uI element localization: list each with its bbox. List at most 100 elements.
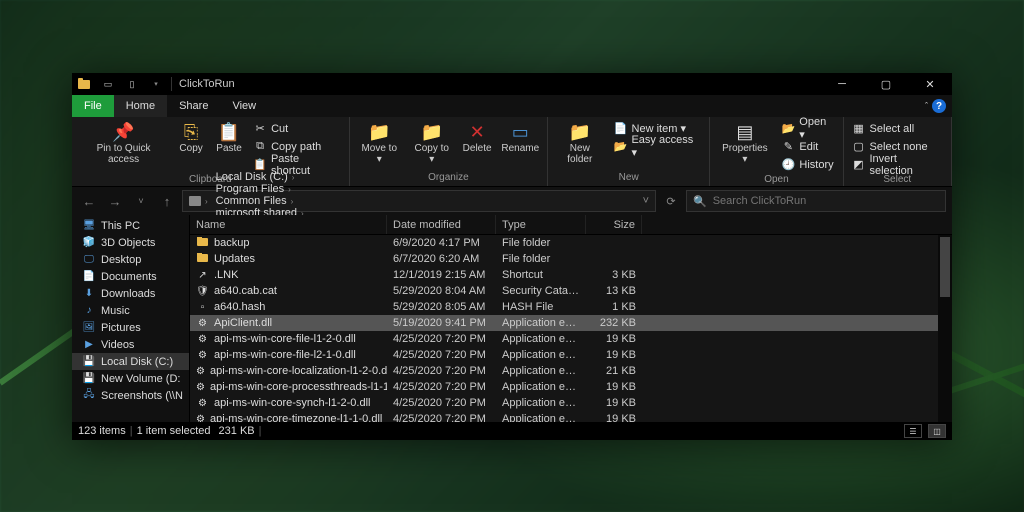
back-button[interactable]: ← xyxy=(78,190,100,212)
desk-icon: 🖵 xyxy=(82,254,96,265)
new-folder-icon: 📁 xyxy=(568,121,592,143)
file-row[interactable]: 🛡a640.cab.cat5/29/2020 8:04 AMSecurity C… xyxy=(190,283,952,299)
address-dropdown-icon[interactable]: ˅ xyxy=(639,195,653,207)
sidebar-item[interactable]: 💾New Volume (D: xyxy=(72,370,189,387)
file-row[interactable]: ▫a640.hash5/29/2020 8:05 AMHASH File1 KB xyxy=(190,299,952,315)
column-type[interactable]: Type xyxy=(496,215,586,234)
sidebar-item[interactable]: 📄Documents xyxy=(72,268,189,285)
edit-button[interactable]: ✎Edit xyxy=(781,138,834,155)
file-row[interactable]: Updates6/7/2020 6:20 AMFile folder xyxy=(190,251,952,267)
close-button[interactable]: ✕ xyxy=(908,73,952,95)
folder-icon xyxy=(76,76,92,92)
move-to-button[interactable]: 📁Move to ▾ xyxy=(354,119,405,167)
breadcrumb-segment[interactable]: Program Files› xyxy=(212,183,308,195)
tab-share[interactable]: Share xyxy=(167,95,220,117)
file-size: 19 KB xyxy=(586,397,642,409)
properties-button[interactable]: ▤Properties ▾ xyxy=(714,119,775,167)
file-name: a640.hash xyxy=(214,301,265,313)
cut-button[interactable]: ✂Cut xyxy=(253,120,341,137)
paste-button[interactable]: 📋Paste xyxy=(211,119,247,156)
file-row[interactable]: ⚙api-ms-win-core-file-l2-1-0.dll4/25/202… xyxy=(190,347,952,363)
rename-icon: ▭ xyxy=(508,121,532,143)
file-size: 232 KB xyxy=(586,317,642,329)
file-row[interactable]: ⚙api-ms-win-core-processthreads-l1-1-1.d… xyxy=(190,379,952,395)
breadcrumb-segment[interactable]: Local Disk (C:)› xyxy=(212,171,308,183)
file-name: api-ms-win-core-synch-l1-2-0.dll xyxy=(214,397,370,409)
sidebar-item[interactable]: 🖼Pictures xyxy=(72,319,189,336)
navigation-pane[interactable]: 🖥This PC🧊3D Objects🖵Desktop📄Documents⬇Do… xyxy=(72,215,190,422)
status-bar: 123 items | 1 item selected 231 KB | ☰ ◫ xyxy=(72,422,952,440)
invert-selection-button[interactable]: ◩Invert selection xyxy=(852,156,943,173)
large-icons-view-button[interactable]: ◫ xyxy=(928,424,946,438)
sidebar-item[interactable]: 🖧Screenshots (\\N xyxy=(72,387,189,404)
recent-locations-button[interactable]: ˅ xyxy=(130,190,152,212)
properties-icon: ▤ xyxy=(733,121,757,143)
details-view-button[interactable]: ☰ xyxy=(904,424,922,438)
maximize-button[interactable]: ▢ xyxy=(864,73,908,95)
qat-icon[interactable]: ▭ xyxy=(100,76,116,92)
tab-view[interactable]: View xyxy=(220,95,268,117)
sidebar-item[interactable]: 🧊3D Objects xyxy=(72,234,189,251)
copy-button[interactable]: ⎘Copy xyxy=(173,119,209,156)
status-size: 231 KB xyxy=(219,425,255,437)
search-input[interactable] xyxy=(713,195,939,207)
file-date: 4/25/2020 7:20 PM xyxy=(387,381,496,393)
file-name: .LNK xyxy=(214,269,238,281)
scrollbar[interactable] xyxy=(938,235,952,422)
tab-home[interactable]: Home xyxy=(114,95,167,117)
new-folder-button[interactable]: 📁New folder xyxy=(552,119,608,167)
easy-access-button[interactable]: 📂Easy access ▾ xyxy=(614,138,702,155)
column-date[interactable]: Date modified xyxy=(387,215,496,234)
file-row[interactable]: ⚙api-ms-win-core-file-l1-2-0.dll4/25/202… xyxy=(190,331,952,347)
file-row[interactable]: ⚙api-ms-win-core-synch-l1-2-0.dll4/25/20… xyxy=(190,395,952,411)
sidebar-item[interactable]: ▶Videos xyxy=(72,336,189,353)
titlebar[interactable]: ▭ ▯ ▾ ClickToRun ─ ▢ ✕ xyxy=(72,73,952,95)
file-size: 19 KB xyxy=(586,413,642,422)
select-all-button[interactable]: ▦Select all xyxy=(852,120,943,137)
sidebar-item-label: New Volume (D: xyxy=(101,373,180,385)
qat-icon[interactable]: ▯ xyxy=(124,76,140,92)
file-row[interactable]: ⚙api-ms-win-core-localization-l1-2-0.dll… xyxy=(190,363,952,379)
sidebar-item-label: This PC xyxy=(101,220,140,232)
breadcrumb-segment[interactable]: Common Files› xyxy=(212,195,308,207)
file-date: 4/25/2020 7:20 PM xyxy=(387,397,496,409)
pin-quick-access-button[interactable]: 📌Pin to Quick access xyxy=(76,119,171,167)
file-row[interactable]: ⚙ApiClient.dll5/19/2020 9:41 PMApplicati… xyxy=(190,315,952,331)
collapse-ribbon-icon[interactable]: ˆ xyxy=(925,101,928,111)
refresh-button[interactable]: ⟳ xyxy=(660,195,682,208)
file-type-icon: ⚙ xyxy=(196,414,205,423)
forward-button[interactable]: → xyxy=(104,190,126,212)
qat-dropdown-icon[interactable]: ▾ xyxy=(148,76,164,92)
up-button[interactable]: ↑ xyxy=(156,190,178,212)
help-icon[interactable]: ? xyxy=(932,99,946,113)
file-row[interactable]: ⚙api-ms-win-core-timezone-l1-1-0.dll4/25… xyxy=(190,411,952,422)
history-button[interactable]: 🕘History xyxy=(781,156,834,173)
drive-icon[interactable]: › xyxy=(185,196,212,206)
open-button[interactable]: 📂Open ▾ xyxy=(781,120,834,137)
search-box[interactable]: 🔍 xyxy=(686,190,946,212)
sidebar-item[interactable]: ⬇Downloads xyxy=(72,285,189,302)
file-size: 19 KB xyxy=(586,333,642,345)
delete-button[interactable]: ✕Delete xyxy=(459,119,496,156)
minimize-button[interactable]: ─ xyxy=(820,73,864,95)
file-pane[interactable]: Name Date modified Type Size backup6/9/2… xyxy=(190,215,952,422)
sidebar-item[interactable]: 💾Local Disk (C:) xyxy=(72,353,189,370)
column-headers[interactable]: Name Date modified Type Size xyxy=(190,215,952,235)
tab-file[interactable]: File xyxy=(72,95,114,117)
column-name[interactable]: Name xyxy=(190,215,387,234)
file-date: 5/29/2020 8:04 AM xyxy=(387,285,496,297)
rename-button[interactable]: ▭Rename xyxy=(497,119,543,156)
sidebar-item[interactable]: ♪Music xyxy=(72,302,189,319)
paste-icon: 📋 xyxy=(217,121,241,143)
ribbon-help[interactable]: ˆ? xyxy=(919,95,952,117)
copy-to-button[interactable]: 📁Copy to ▾ xyxy=(407,119,457,167)
file-row[interactable]: ↗.LNK12/1/2019 2:15 AMShortcut3 KB xyxy=(190,267,952,283)
file-list[interactable]: backup6/9/2020 4:17 PMFile folderUpdates… xyxy=(190,235,952,422)
sidebar-item[interactable]: 🖥This PC xyxy=(72,217,189,234)
scrollbar-thumb[interactable] xyxy=(940,237,950,297)
sidebar-item[interactable]: 🖵Desktop xyxy=(72,251,189,268)
breadcrumb-box[interactable]: › Local Disk (C:)›Program Files›Common F… xyxy=(182,190,656,212)
file-row[interactable]: backup6/9/2020 4:17 PMFile folder xyxy=(190,235,952,251)
sidebar-item-label: 3D Objects xyxy=(101,237,155,249)
column-size[interactable]: Size xyxy=(586,215,642,234)
